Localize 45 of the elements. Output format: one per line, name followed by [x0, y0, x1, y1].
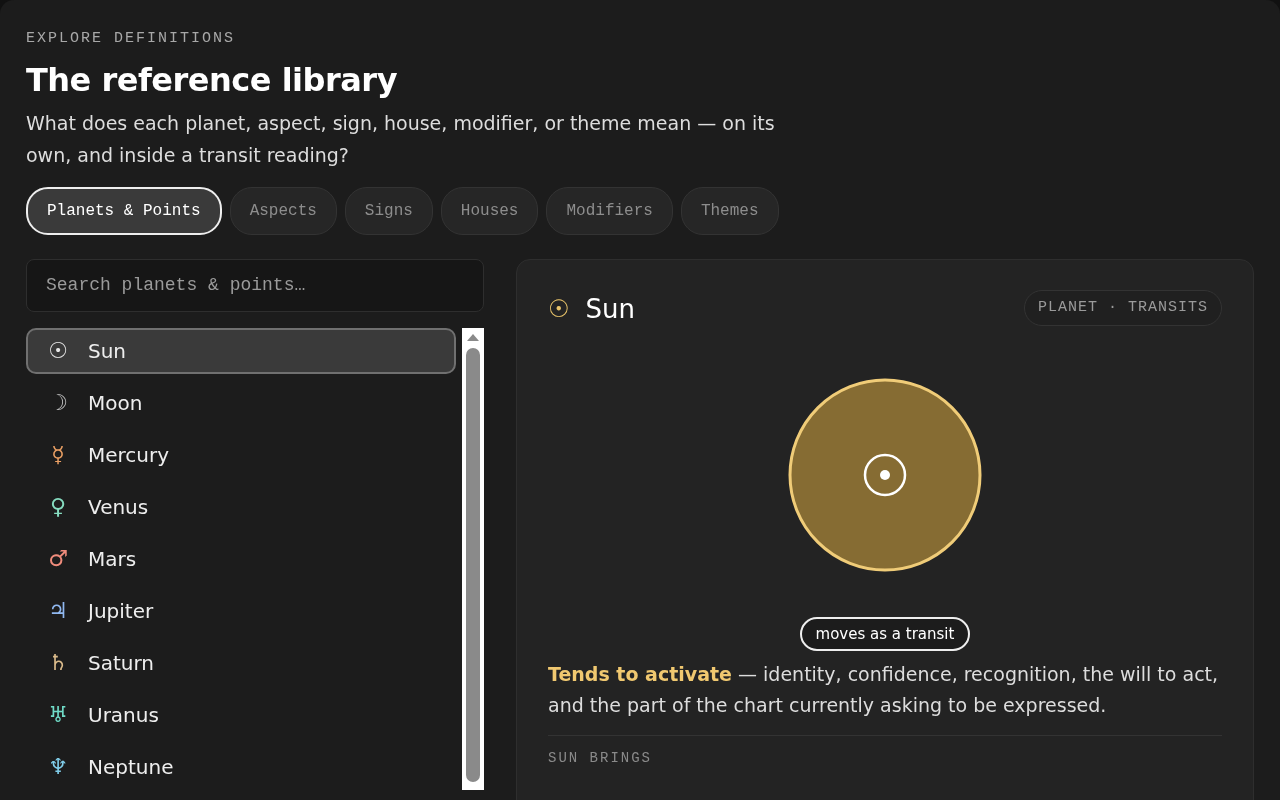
planet-list-item[interactable]: ☉ Sun [26, 327, 456, 374]
planet-name: Moon [88, 389, 143, 417]
planet-list-item[interactable]: ☿ Mercury [26, 431, 456, 478]
category-tab[interactable]: Planets & Points [26, 186, 222, 235]
planet-name: Mars [88, 545, 137, 573]
planet-list-item[interactable]: ♆ Neptune [26, 743, 456, 790]
planet-symbol-icon: ☿ [48, 443, 68, 466]
planet-name: Neptune [88, 753, 174, 781]
transit-pill: moves as a transit [799, 616, 971, 652]
planet-name: Mercury [88, 441, 170, 469]
eyebrow-label: EXPLORE DEFINITIONS [26, 29, 237, 49]
planet-list-item[interactable]: ♃ Jupiter [26, 587, 456, 634]
planet-name: Sun [88, 337, 127, 365]
search-field[interactable]: Search planets & points… [26, 258, 484, 312]
planet-symbol-icon: ☽ [48, 391, 68, 414]
planet-symbol-icon: ♂ [48, 547, 68, 570]
description-text: Tends to activate — identity, confidence, recognition, the will to act, and the part of the chart currently asking to be expressed. [548, 662, 1220, 719]
section-label: SUN BRINGS [548, 735, 1222, 770]
planet-symbol-icon: ☉ [48, 339, 68, 362]
planet-name: Saturn [88, 649, 154, 677]
planet-symbol-icon: ♆ [48, 755, 68, 778]
planet-symbol-icon: ♃ [48, 599, 68, 622]
category-tab[interactable]: Aspects [229, 186, 337, 235]
scroll-thumb[interactable] [466, 347, 480, 782]
page-subtitle: What does each planet, aspect, sign, house, modifier, or theme mean — on its own, and inside a transit reading? [26, 110, 776, 168]
category-tab[interactable]: Houses [440, 186, 539, 235]
category-tab[interactable]: Modifiers [546, 186, 673, 235]
category-tag: PLANET · TRANSITS [1023, 289, 1222, 327]
planet-name: Venus [88, 493, 149, 521]
planet-symbol-icon: ♅ [48, 703, 68, 726]
planet-list-item[interactable]: ♀ Venus [26, 483, 456, 530]
page-title: The reference library [26, 60, 398, 99]
category-tab[interactable]: Signs [344, 186, 433, 235]
planet-name: Jupiter [88, 597, 154, 625]
planet-name: Uranus [88, 701, 159, 729]
planet-list-item[interactable]: ♄ Saturn [26, 639, 456, 686]
planet-list-item[interactable]: ♂ Mars [26, 535, 456, 582]
sun-symbol-icon: ☉ [548, 297, 570, 322]
detail-title: Sun [585, 292, 635, 326]
scrollbar[interactable] [462, 327, 484, 790]
category-tab[interactable]: Themes [680, 186, 779, 235]
planet-list-item[interactable]: ☽ Moon [26, 379, 456, 426]
planet-list-item[interactable]: ♅ Uranus [26, 691, 456, 738]
planet-symbol-icon: ♄ [48, 651, 68, 674]
planet-symbol-icon: ♀ [48, 495, 68, 518]
